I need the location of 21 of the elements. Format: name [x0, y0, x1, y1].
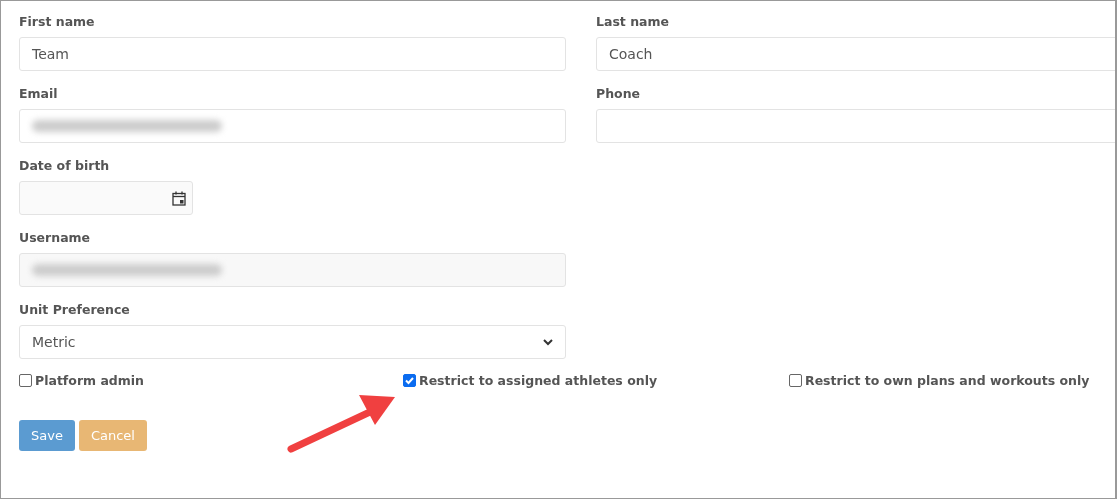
field-label: First name [19, 13, 96, 31]
input-field[interactable]: Coach [596, 37, 1115, 71]
checkbox[interactable] [403, 374, 416, 387]
checkbox[interactable] [19, 374, 32, 387]
input-field[interactable] [596, 109, 1115, 143]
checkbox-label: Platform admin [35, 373, 144, 388]
field-label: Phone [596, 85, 642, 103]
field-label: Username [19, 229, 92, 247]
checkbox[interactable] [789, 374, 802, 387]
chevron-down-icon [543, 338, 553, 346]
field-label: Last name [596, 13, 670, 31]
date-field[interactable] [19, 181, 193, 215]
field-label: Date of birth [19, 157, 111, 175]
input-field[interactable] [19, 109, 566, 143]
field-label: Unit Preference [19, 301, 131, 319]
calendar-icon[interactable] [172, 190, 186, 206]
unit-dropdown[interactable]: Metric [19, 325, 566, 359]
input-field[interactable]: Team [19, 37, 566, 71]
field-label: Email [19, 85, 59, 103]
checkbox-label: Restrict to own plans and workouts only [805, 373, 1090, 388]
checkbox-label: Restrict to assigned athletes only [419, 373, 658, 388]
